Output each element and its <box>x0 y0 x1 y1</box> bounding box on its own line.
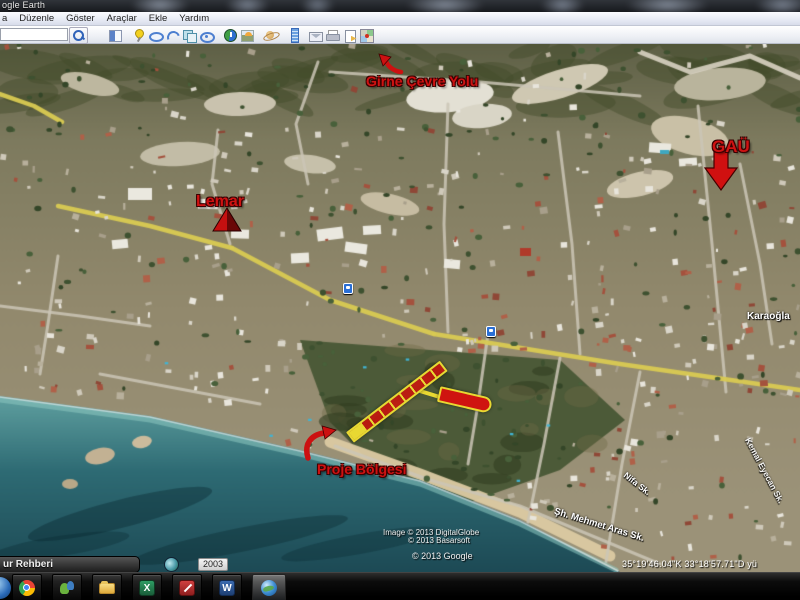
taskbar-chrome[interactable] <box>12 574 42 600</box>
taskbar-google-earth[interactable] <box>252 574 286 600</box>
project-arrow-icon[interactable] <box>300 425 338 461</box>
taskbar-excel[interactable]: X <box>132 574 162 600</box>
planets-icon <box>264 29 277 42</box>
taskbar-image-viewer[interactable] <box>172 574 202 600</box>
save-image-icon <box>345 30 356 43</box>
google-maps-icon <box>360 29 374 43</box>
red-app-icon <box>179 580 195 596</box>
place-label-town: Karaoğla <box>747 311 790 322</box>
search-icon <box>72 29 85 42</box>
view-in-maps-button[interactable] <box>357 27 376 44</box>
record-tour-icon <box>200 29 213 42</box>
sunlight-button[interactable] <box>238 27 257 44</box>
titlebar-glass-blob <box>300 0 335 12</box>
switch-planet-button[interactable] <box>261 27 280 44</box>
status-coordinates: 35°19'46.04"K 33°18'57.71"D yü <box>622 559 800 569</box>
window-title: ogle Earth <box>2 0 45 10</box>
transit-poi-icon[interactable] <box>486 326 496 337</box>
menu-edit[interactable]: Düzenle <box>13 13 60 24</box>
historical-imagery-icon <box>224 29 237 42</box>
titlebar-glass-blob <box>540 0 585 12</box>
menu-add[interactable]: Ekle <box>143 13 173 24</box>
placemark-icon <box>132 29 145 42</box>
copyright-google: © 2013 Google <box>412 551 473 561</box>
menu-bar: a Düzenle Göster Araçlar Ekle Yardım <box>0 12 800 26</box>
menu-tools[interactable]: Araçlar <box>101 13 143 24</box>
image-overlay-icon <box>183 29 196 42</box>
annotation-gau[interactable]: GAÜ <box>712 137 750 157</box>
windows-taskbar: X W <box>0 572 800 600</box>
transit-poi-icon[interactable] <box>343 283 353 294</box>
taskbar-apps: X W <box>12 574 286 600</box>
hide-sidebar-button[interactable] <box>106 27 125 44</box>
annotation-project-area[interactable]: Proje Bölgesi <box>317 461 406 477</box>
annotation-lemar[interactable]: Lemar <box>196 193 244 211</box>
toolbar <box>0 26 800 44</box>
tour-guide-bar[interactable]: ur Rehberi <box>0 556 140 572</box>
ruler-icon <box>291 28 299 43</box>
window-titlebar[interactable]: ogle Earth <box>0 0 800 12</box>
menu-file-partial[interactable]: a <box>0 13 13 24</box>
titlebar-glass-blob <box>225 0 270 12</box>
chrome-icon <box>19 580 35 596</box>
messenger-icon <box>59 580 75 596</box>
copyright-basarsoft: © 2013 Basarsoft <box>408 536 470 545</box>
polygon-icon <box>149 29 162 42</box>
word-icon: W <box>219 580 235 596</box>
menu-help[interactable]: Yardım <box>173 13 215 24</box>
ring-road-arrow-icon[interactable] <box>378 53 404 75</box>
taskbar-word[interactable]: W <box>212 574 242 600</box>
menu-view[interactable]: Göster <box>60 13 101 24</box>
titlebar-glass-blob <box>625 0 710 12</box>
google-earth-icon <box>261 580 277 596</box>
record-tour-button[interactable] <box>197 27 216 44</box>
titlebar-glass-blob <box>755 0 800 12</box>
annotation-ring-road[interactable]: Girne Çevre Yolu <box>366 73 478 89</box>
ruler-button[interactable] <box>284 27 303 44</box>
imagery-date-chip[interactable]: 2003 <box>198 558 228 571</box>
path-icon <box>166 29 179 42</box>
imagery-clock-icon[interactable] <box>164 557 179 572</box>
search-button[interactable] <box>69 27 88 44</box>
search-input[interactable] <box>0 28 68 41</box>
start-orb-partial[interactable] <box>0 577 11 599</box>
titlebar-glass-blob <box>130 0 190 12</box>
taskbar-explorer[interactable] <box>92 574 122 600</box>
sidebar-toggle-icon <box>109 30 122 42</box>
folder-icon <box>99 583 115 594</box>
email-icon <box>309 32 323 42</box>
titlebar-glass-blob <box>405 0 485 12</box>
google-earth-window: ogle Earth a Düzenle Göster Araçlar Ekle… <box>0 0 800 600</box>
map-viewport[interactable]: Girne Çevre Yolu Lemar GAÜ Proje Bölgesi… <box>0 44 800 572</box>
print-icon <box>326 29 339 42</box>
excel-icon: X <box>139 580 155 596</box>
satellite-imagery[interactable] <box>0 44 800 572</box>
taskbar-messenger[interactable] <box>52 574 82 600</box>
sunlight-icon <box>241 30 254 42</box>
